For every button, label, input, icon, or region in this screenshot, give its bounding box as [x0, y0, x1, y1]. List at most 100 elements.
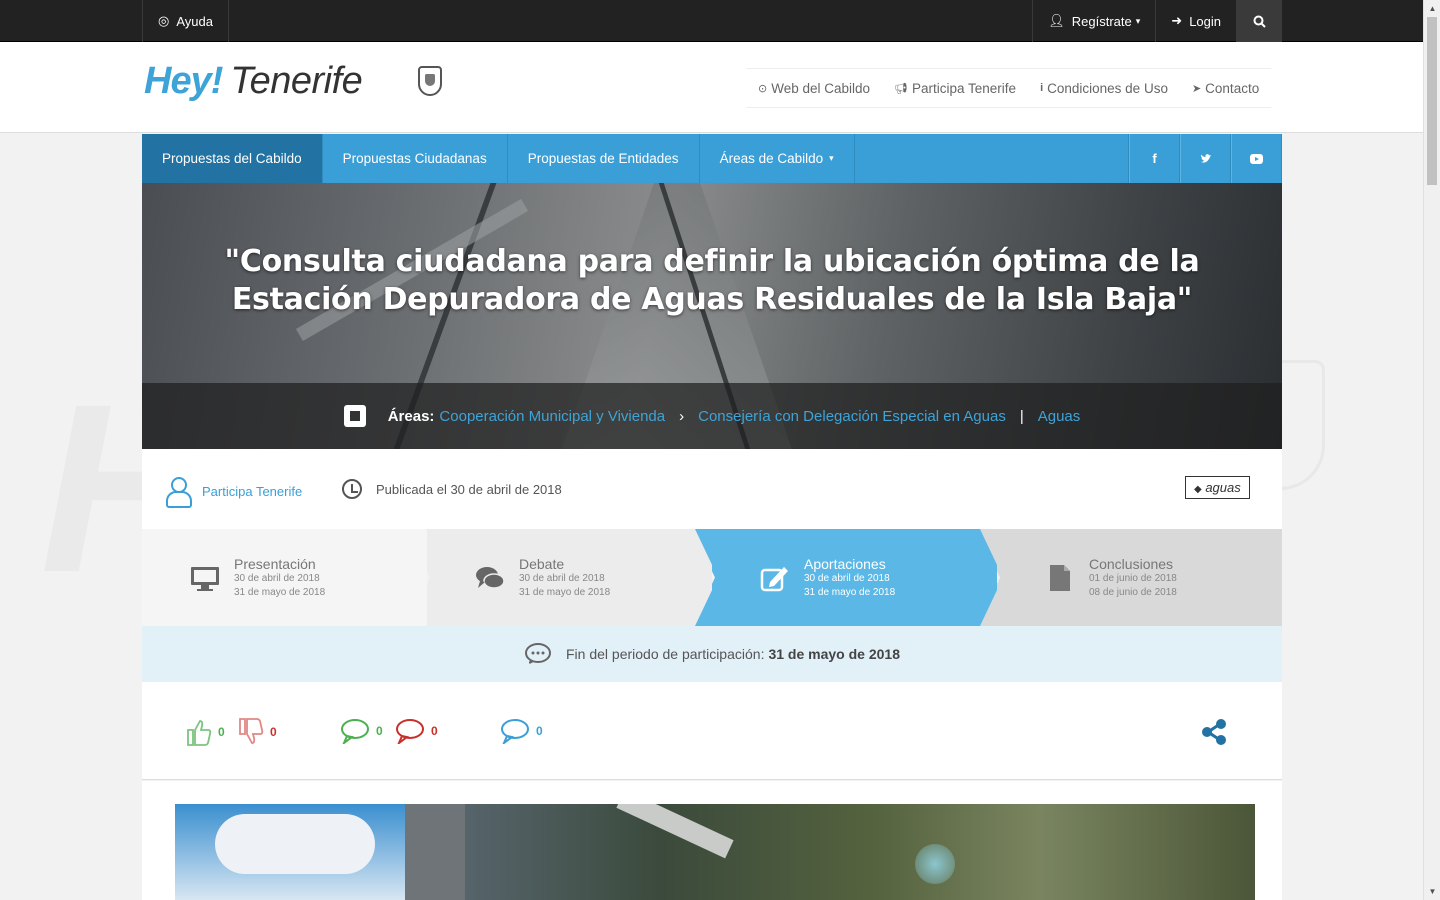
info-icon: i [1040, 82, 1044, 94]
sign-in-icon: ➜ [1171, 13, 1183, 28]
file-icon [1050, 564, 1070, 591]
cube-icon [343, 405, 366, 427]
deadline-date: 31 de mayo de 2018 [768, 646, 900, 662]
positive-comments-count: 0 [376, 724, 383, 738]
areas-breadcrumb: Áreas: Cooperación Municipal y Vivienda … [142, 383, 1282, 449]
web-cabildo-link[interactable]: ⊙ Web del Cabildo [758, 81, 870, 96]
login-link[interactable]: ➜ Login [1155, 0, 1236, 42]
condiciones-link[interactable]: i Condiciones de Uso [1040, 81, 1168, 96]
thumbs-down-icon [239, 718, 264, 744]
header-nav: ⊙ Web del Cabildo 📢︎ Participa Tenerife iC… [746, 68, 1272, 108]
page-title: "Consulta ciudadana para definir la ubic… [224, 244, 1200, 317]
dislike-button[interactable]: 0 [238, 718, 277, 746]
nav-areas-label: Áreas de Cabildo [719, 151, 824, 166]
areas-label: Áreas: [387, 407, 435, 425]
area-link-consejeria[interactable]: Consejería con Delegación Especial en Ag… [698, 408, 1006, 425]
twitter-link[interactable] [1180, 134, 1231, 183]
site-header: Hey! Tenerife ⊙ Web del Cabildo 📢︎ Partici… [0, 42, 1423, 133]
top-bar-spacer [227, 0, 1032, 42]
phase-title: Presentación [234, 555, 316, 572]
youtube-link[interactable] [1231, 134, 1282, 183]
cabildo-crest-icon [418, 66, 442, 96]
like-button[interactable]: 0 [186, 718, 225, 746]
facebook-link[interactable]: f [1129, 134, 1180, 183]
positive-comments-button[interactable]: 0 [340, 718, 383, 744]
proposal-meta: Participa Tenerife Publicada el 30 de ab… [142, 449, 1282, 529]
phase-start: 30 de abril de 2018 [804, 572, 890, 584]
phase-debate[interactable]: Debate 30 de abril de 2018 31 de mayo de… [407, 529, 712, 626]
search-button[interactable] [1236, 0, 1282, 42]
scroll-up-arrow-icon[interactable]: ▲ [1424, 0, 1440, 17]
publish-date: Publicada el 30 de abril de 2018 [342, 479, 562, 499]
chevron-down-icon: ▾ [829, 153, 834, 163]
register-dropdown[interactable]: 👤︎ Regístrate ▾ [1032, 0, 1155, 42]
proposal-content [142, 781, 1282, 900]
phase-conclusiones[interactable]: Conclusiones 01 de junio de 2018 08 de j… [977, 529, 1282, 626]
nav-propuestas-cabildo[interactable]: Propuestas del Cabildo [142, 134, 323, 183]
phase-presentacion[interactable]: Presentación 30 de abril de 2018 31 de m… [142, 529, 427, 626]
phase-timeline: Presentación 30 de abril de 2018 31 de m… [142, 529, 1282, 626]
page-scrollbar[interactable]: ▲ ▼ [1423, 0, 1440, 900]
phase-aportaciones[interactable]: Aportaciones 30 de abril de 2018 31 de m… [692, 529, 997, 626]
share-icon[interactable] [1200, 718, 1228, 746]
thumbs-up-icon [187, 720, 212, 746]
login-label: Login [1189, 13, 1221, 29]
phase-end: 31 de mayo de 2018 [804, 586, 896, 598]
logo-tenerife: Tenerife [230, 60, 363, 102]
contacto-label: Contacto [1205, 80, 1260, 96]
user-icon: 👤︎ [1048, 13, 1065, 28]
register-label: Regístrate [1071, 13, 1132, 29]
dislike-count: 0 [270, 725, 277, 739]
phase-end: 31 de mayo de 2018 [519, 586, 611, 598]
author[interactable]: Participa Tenerife [166, 477, 302, 508]
scroll-down-arrow-icon[interactable]: ▼ [1424, 883, 1440, 900]
negative-comments-button[interactable]: 0 [395, 718, 438, 744]
breadcrumb-separator: | [1019, 407, 1024, 425]
participation-deadline: Fin del periodo de participación: 31 de … [142, 626, 1282, 682]
edit-icon [760, 566, 788, 591]
negative-comments-count: 0 [431, 724, 438, 738]
help-label: Ayuda [176, 13, 213, 29]
paper-plane-icon: ➤ [1191, 82, 1202, 95]
search-icon [1253, 15, 1266, 28]
photo-cloud [215, 814, 375, 874]
nav-propuestas-ciudadanas[interactable]: Propuestas Ciudadanas [323, 134, 508, 183]
area-link-cooperacion[interactable]: Cooperación Municipal y Vivienda [439, 408, 665, 425]
photo-building [405, 804, 465, 900]
phase-end: 31 de mayo de 2018 [234, 586, 326, 598]
comment-dots-icon [525, 643, 551, 665]
tag-badge[interactable]: ◆ aguas [1185, 476, 1250, 499]
main-nav: Propuestas del Cabildo Propuestas Ciudad… [142, 134, 1282, 183]
logo-hey: Hey! [144, 60, 223, 102]
clock-icon [342, 479, 362, 499]
like-count: 0 [218, 725, 225, 739]
scrollbar-thumb[interactable] [1427, 17, 1437, 185]
publish-date-text: Publicada el 30 de abril de 2018 [376, 481, 562, 497]
comment-negative-icon [396, 719, 424, 744]
area-link-aguas[interactable]: Aguas [1038, 408, 1081, 425]
lifebuoy-icon: ◎ [158, 13, 170, 28]
participa-label: Participa Tenerife [912, 80, 1017, 96]
participa-link[interactable]: 📢︎ Participa Tenerife [894, 81, 1016, 96]
chevron-right-icon: › [679, 407, 685, 425]
photo-lens-flare [915, 844, 955, 884]
nav-propuestas-entidades[interactable]: Propuestas de Entidades [508, 134, 700, 183]
phase-start: 30 de abril de 2018 [519, 572, 605, 584]
help-link[interactable]: ◎ Ayuda [142, 0, 228, 42]
youtube-icon [1250, 153, 1263, 164]
phase-title: Aportaciones [804, 555, 886, 572]
contacto-link[interactable]: ➤ Contacto [1192, 81, 1259, 96]
phase-start: 30 de abril de 2018 [234, 572, 320, 584]
comment-neutral-icon [501, 719, 529, 744]
tag-label: aguas [1205, 480, 1241, 495]
condiciones-label: Condiciones de Uso [1047, 80, 1168, 96]
dot-circle-icon: ⊙ [758, 82, 768, 95]
bullhorn-icon: 📢︎ [894, 82, 908, 95]
nav-areas-cabildo[interactable]: Áreas de Cabildo ▾ [700, 134, 855, 183]
neutral-comments-button[interactable]: 0 [500, 718, 543, 744]
phase-title: Debate [519, 555, 565, 572]
neutral-comments-count: 0 [536, 724, 543, 738]
phase-title: Conclusiones [1089, 555, 1174, 572]
site-logo[interactable]: Hey! Tenerife [144, 60, 363, 103]
comments-icon [476, 566, 505, 589]
